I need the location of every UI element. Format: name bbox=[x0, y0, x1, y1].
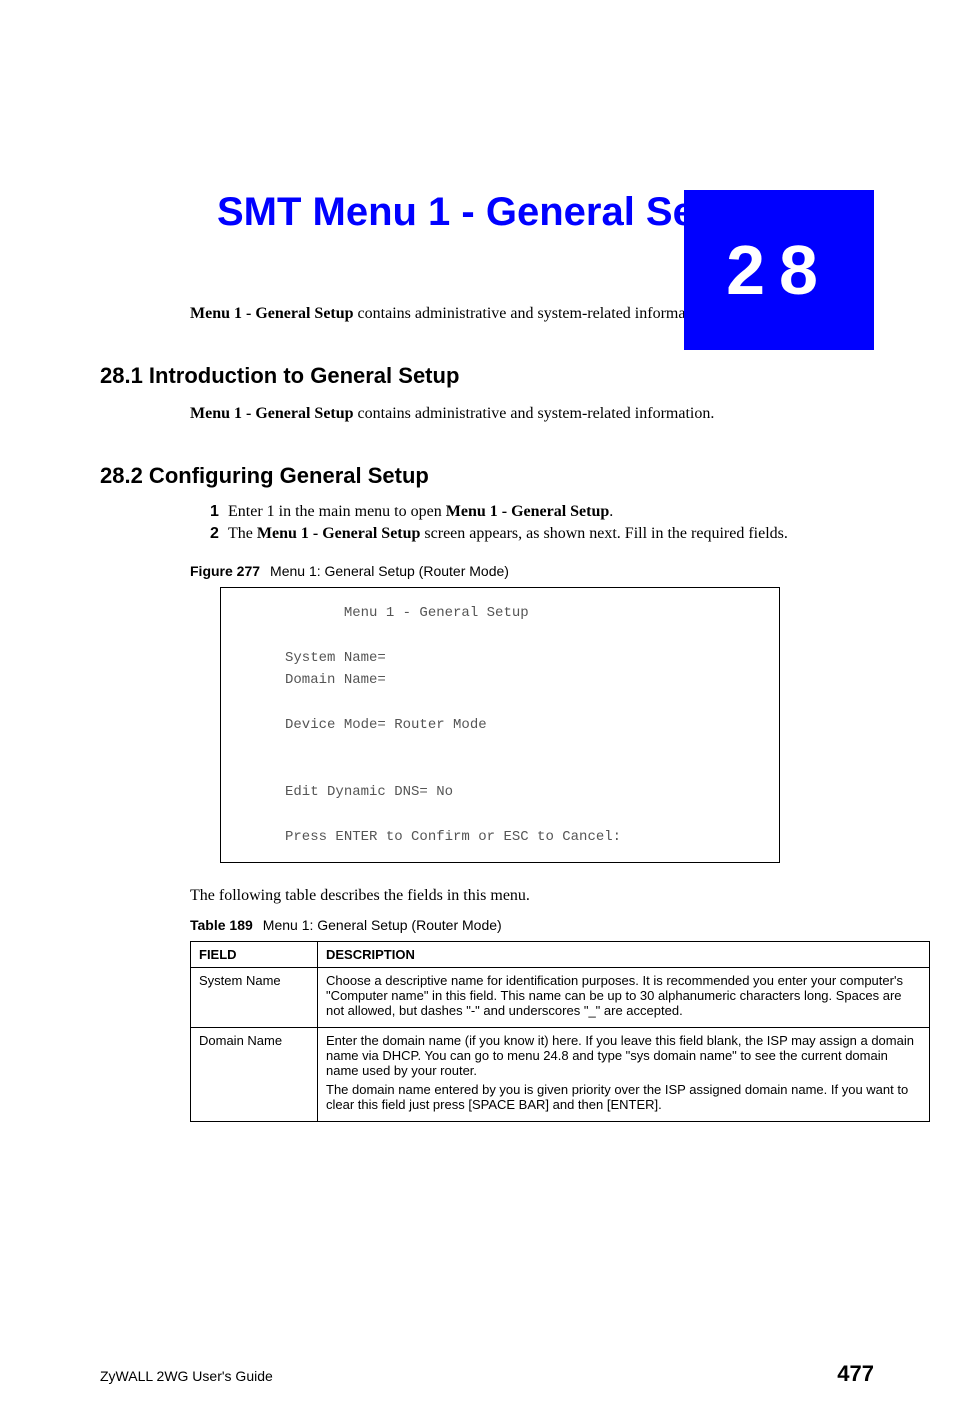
after-figure-paragraph: The following table describes the fields… bbox=[190, 887, 874, 905]
table-header-row: FIELD DESCRIPTION bbox=[191, 942, 930, 968]
table-caption: Table 189 Menu 1: General Setup (Router M… bbox=[190, 917, 874, 933]
figure-label: Figure 277 bbox=[190, 563, 260, 579]
step-bold: Menu 1 - General Setup bbox=[446, 503, 610, 520]
step-1: 1Enter 1 in the main menu to open Menu 1… bbox=[210, 503, 874, 521]
chapter-number: 28 bbox=[726, 230, 832, 310]
footer-guide-title: ZyWALL 2WG User's Guide bbox=[100, 1368, 273, 1384]
lead-rest: contains administrative and system-relat… bbox=[354, 305, 715, 322]
table-row: Domain Name Enter the domain name (if yo… bbox=[191, 1028, 930, 1122]
section-28-1-body: Menu 1 - General Setup contains administ… bbox=[190, 405, 874, 423]
step-post: . bbox=[609, 503, 613, 520]
step-bold: Menu 1 - General Setup bbox=[257, 525, 421, 542]
step-pre: Enter 1 in the main menu to open bbox=[228, 503, 446, 520]
page-footer: ZyWALL 2WG User's Guide 477 bbox=[100, 1361, 874, 1387]
chapter-number-box: 28 bbox=[684, 190, 874, 350]
step-number: 1 bbox=[210, 503, 228, 521]
step-post: screen appears, as shown next. Fill in t… bbox=[420, 525, 787, 542]
field-name-cell: System Name bbox=[191, 968, 318, 1028]
field-name-cell: Domain Name bbox=[191, 1028, 318, 1122]
figure-caption-text: Menu 1: General Setup (Router Mode) bbox=[270, 563, 509, 579]
desc-paragraph: Choose a descriptive name for identifica… bbox=[326, 973, 921, 1018]
field-desc-cell: Choose a descriptive name for identifica… bbox=[318, 968, 930, 1028]
th-field: FIELD bbox=[191, 942, 318, 968]
field-desc-cell: Enter the domain name (if you know it) h… bbox=[318, 1028, 930, 1122]
th-description: DESCRIPTION bbox=[318, 942, 930, 968]
figure-caption: Figure 277 Menu 1: General Setup (Router … bbox=[190, 563, 874, 579]
steps-list: 1Enter 1 in the main menu to open Menu 1… bbox=[210, 503, 874, 543]
section-28-1-heading: 28.1 Introduction to General Setup bbox=[100, 363, 874, 389]
footer-page-number: 477 bbox=[837, 1361, 874, 1387]
desc-paragraph: Enter the domain name (if you know it) h… bbox=[326, 1033, 921, 1078]
desc-paragraph: The domain name entered by you is given … bbox=[326, 1082, 921, 1112]
section-28-1-bold: Menu 1 - General Setup bbox=[190, 405, 354, 422]
table-label: Table 189 bbox=[190, 917, 253, 933]
table-row: System Name Choose a descriptive name fo… bbox=[191, 968, 930, 1028]
section-28-1-rest: contains administrative and system-relat… bbox=[354, 405, 715, 422]
terminal-screenshot: Menu 1 - General Setup System Name= Doma… bbox=[220, 587, 780, 863]
step-pre: The bbox=[228, 525, 257, 542]
table-caption-text: Menu 1: General Setup (Router Mode) bbox=[263, 917, 502, 933]
fields-table: FIELD DESCRIPTION System Name Choose a d… bbox=[190, 941, 930, 1122]
section-28-2-heading: 28.2 Configuring General Setup bbox=[100, 463, 874, 489]
step-number: 2 bbox=[210, 525, 228, 543]
lead-bold: Menu 1 - General Setup bbox=[190, 305, 354, 322]
step-2: 2The Menu 1 - General Setup screen appea… bbox=[210, 525, 874, 543]
